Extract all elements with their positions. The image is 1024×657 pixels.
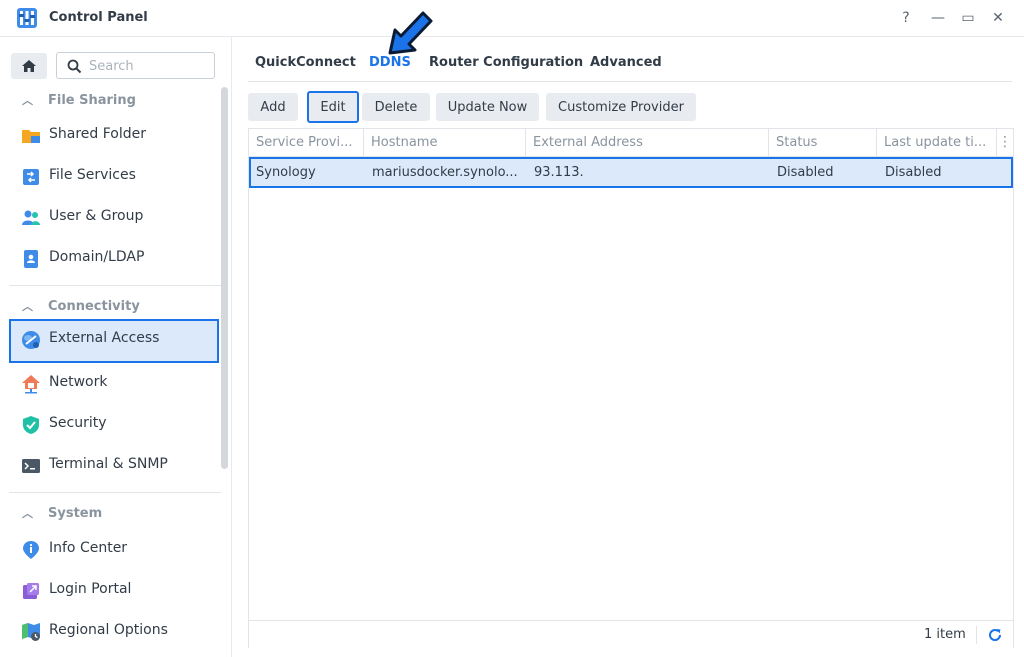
chevron-up-icon: ︿ <box>22 94 33 107</box>
sidebar-item-file-services[interactable]: File Services <box>9 156 219 196</box>
user-group-icon <box>22 210 40 225</box>
chevron-up-icon: ︿ <box>22 300 33 313</box>
home-button[interactable] <box>11 53 47 79</box>
control-panel-icon <box>17 8 37 28</box>
home-icon <box>22 60 36 72</box>
sidebar-divider <box>9 492 221 493</box>
sidebar-scrollbar[interactable] <box>221 87 228 469</box>
cell-hostname: mariusdocker.synolo... <box>372 165 518 180</box>
chevron-up-icon: ︿ <box>22 507 33 520</box>
edit-button[interactable]: Edit <box>307 91 359 123</box>
column-menu-icon[interactable]: ⋮ <box>997 134 1013 152</box>
sidebar-item-terminal-snmp[interactable]: Terminal & SNMP <box>9 445 219 485</box>
sidebar-item-user-group[interactable]: User & Group <box>9 197 219 237</box>
item-count: 1 item <box>924 627 966 642</box>
info-center-icon <box>23 541 39 559</box>
minimize-button[interactable]: — <box>928 8 948 28</box>
sidebar-item-info-center[interactable]: Info Center <box>9 529 219 569</box>
add-button[interactable]: Add <box>248 93 298 121</box>
help-button[interactable]: ? <box>896 8 916 28</box>
sidebar-item-external-access[interactable]: External Access <box>9 319 219 363</box>
tab-advanced[interactable]: Advanced <box>590 55 662 70</box>
refresh-icon[interactable] <box>986 626 1004 644</box>
external-access-icon <box>22 331 40 349</box>
sidebar-item-login-portal[interactable]: Login Portal <box>9 570 219 610</box>
sidebar-item-domain-ldap[interactable]: Domain/LDAP <box>9 238 219 278</box>
sidebar-item-regional-options[interactable]: Regional Options <box>9 611 219 651</box>
close-button[interactable]: ✕ <box>988 8 1008 28</box>
annotation-arrow-icon <box>388 11 433 55</box>
window-title: Control Panel <box>49 10 148 25</box>
tab-quickconnect[interactable]: QuickConnect <box>255 55 356 70</box>
network-icon <box>22 375 40 394</box>
shared-folder-icon <box>22 130 40 143</box>
delete-button[interactable]: Delete <box>362 93 430 121</box>
section-header-system[interactable]: ︿ System <box>22 503 102 523</box>
search-input[interactable] <box>89 57 209 75</box>
file-services-icon <box>23 169 39 185</box>
search-box[interactable] <box>56 52 215 79</box>
search-icon <box>67 59 82 74</box>
column-header-service-provider[interactable]: Service Provi... <box>249 129 364 157</box>
footer-divider <box>976 626 977 644</box>
table-row[interactable]: Synology mariusdocker.synolo... 93.113. … <box>249 157 1013 188</box>
terminal-icon <box>22 459 40 473</box>
cell-last-update-time: Disabled <box>885 165 942 180</box>
section-header-file-sharing[interactable]: ︿ File Sharing <box>22 90 136 110</box>
title-bar: Control Panel ? — ▭ ✕ <box>0 0 1024 37</box>
customize-provider-button[interactable]: Customize Provider <box>546 93 696 121</box>
table-footer: 1 item <box>249 620 1013 648</box>
regional-options-icon <box>22 623 40 641</box>
section-header-connectivity[interactable]: ︿ Connectivity <box>22 296 140 316</box>
cell-service-provider: Synology <box>256 165 316 180</box>
sidebar-item-network[interactable]: Network <box>9 363 219 403</box>
update-now-button[interactable]: Update Now <box>436 93 539 121</box>
ddns-table: Service Provi... Hostname External Addre… <box>248 128 1014 648</box>
shield-icon <box>23 416 39 434</box>
tab-bar: QuickConnect DDNS Router Configuration A… <box>232 37 1024 82</box>
tab-router-configuration[interactable]: Router Configuration <box>429 55 583 70</box>
tabs-divider <box>248 81 1012 82</box>
column-header-status[interactable]: Status <box>769 129 877 157</box>
cell-status: Disabled <box>777 165 834 180</box>
column-header-last-update-time[interactable]: Last update ti... <box>877 129 997 157</box>
login-portal-icon <box>23 583 39 599</box>
domain-ldap-icon <box>24 250 38 268</box>
column-header-external-address[interactable]: External Address <box>526 129 769 157</box>
cell-external-address: 93.113. <box>534 165 584 180</box>
sidebar-item-shared-folder[interactable]: Shared Folder <box>9 115 219 155</box>
sidebar: ︿ File Sharing Shared Folder File Servic… <box>0 37 232 657</box>
maximize-button[interactable]: ▭ <box>958 8 978 28</box>
column-header-hostname[interactable]: Hostname <box>364 129 526 157</box>
table-header: Service Provi... Hostname External Addre… <box>249 129 1013 157</box>
sidebar-divider <box>9 285 221 286</box>
sidebar-item-security[interactable]: Security <box>9 404 219 444</box>
